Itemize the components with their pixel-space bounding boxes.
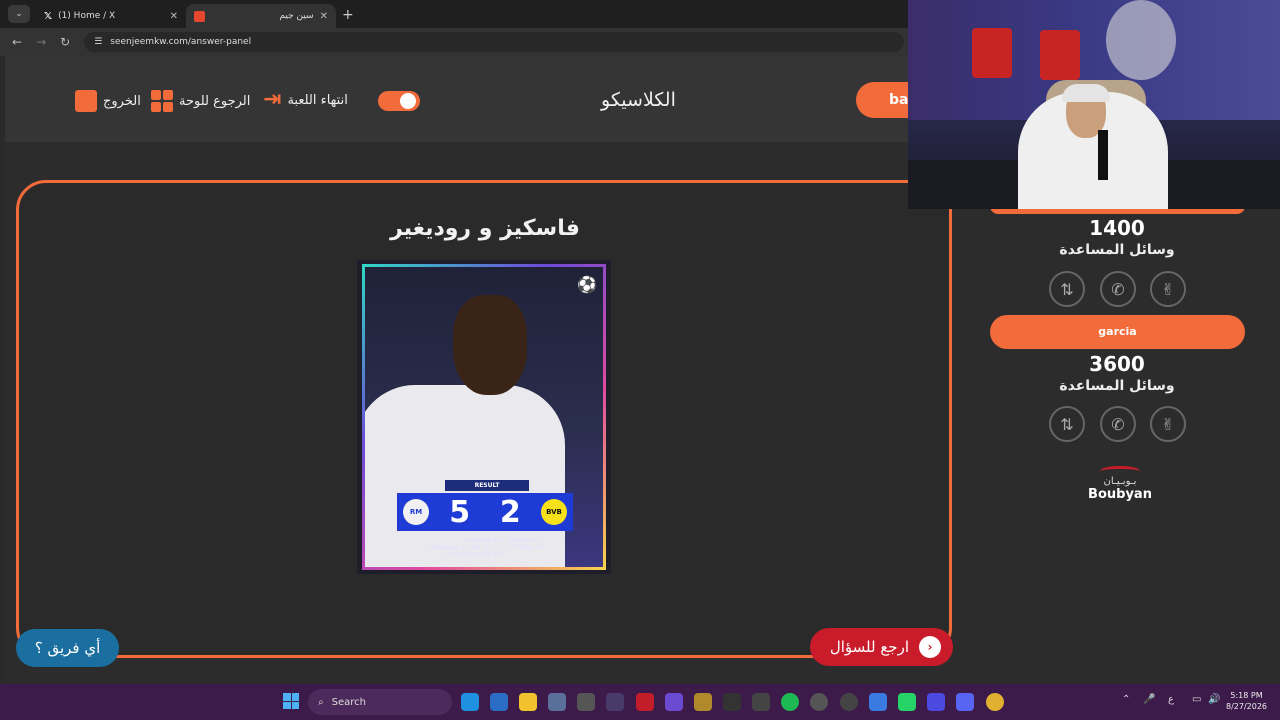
app-icon[interactable] xyxy=(606,693,624,711)
reload-icon[interactable]: ↻ xyxy=(60,35,70,49)
back-to-question-label: ارجع للسؤال xyxy=(829,638,909,656)
exit-door-icon xyxy=(75,90,97,112)
clock-time: 5:18 PM xyxy=(1230,691,1263,700)
back-to-question-button[interactable]: ارجع للسؤال › xyxy=(810,628,953,666)
app-icon[interactable] xyxy=(927,693,945,711)
team2-aids-label: وسائل المساعدة xyxy=(1059,378,1175,394)
back-to-board-label: الرجوع للوحة xyxy=(179,93,251,109)
app-icon[interactable] xyxy=(548,693,566,711)
app-icon[interactable] xyxy=(636,693,654,711)
swap-question-icon[interactable]: ⇅ xyxy=(1049,406,1085,442)
taskbar-search[interactable]: ⌕ Search xyxy=(308,689,452,715)
network-icon[interactable]: ▭ xyxy=(1192,694,1201,705)
streamer-cap-image xyxy=(1062,84,1110,102)
tab-search-button[interactable]: ⌄ xyxy=(8,5,30,23)
boubyan-english: Boubyan xyxy=(1088,487,1152,502)
game-title: الكلاسيكو xyxy=(601,89,676,111)
speedtest-icon[interactable] xyxy=(752,693,770,711)
taskbar-clock[interactable]: 5:18 PM 8/27/2026 xyxy=(1226,690,1267,712)
webcam-overlay xyxy=(908,0,1280,209)
ring-light-image xyxy=(1106,0,1176,80)
site-info-icon[interactable]: ☰ xyxy=(94,37,102,47)
app-icon[interactable] xyxy=(490,693,508,711)
clock-date: 8/27/2026 xyxy=(1226,702,1268,711)
boubyan-arabic: بـوبـيـان xyxy=(1103,476,1137,487)
exit-button[interactable]: الخروج xyxy=(75,90,141,112)
volume-icon[interactable]: 🔊 xyxy=(1208,694,1220,705)
framed-jersey-image xyxy=(972,28,1012,78)
which-team-button[interactable]: أي فريق ؟ xyxy=(16,629,119,667)
answer-image: ⚽ RESULT RM 5 2 BVB RÜDIGER 60' VINÍCIUS… xyxy=(357,260,611,574)
chatgpt-icon[interactable] xyxy=(810,693,828,711)
tab-seenjeem[interactable]: سين جيم ✕ xyxy=(186,4,336,28)
call-friend-icon[interactable]: ✆ xyxy=(1100,271,1136,307)
team1-points: 1400 xyxy=(1089,216,1145,240)
team2-name-pill: garcia xyxy=(990,315,1245,349)
end-game-label: انتهاء اللعبة xyxy=(287,92,348,108)
call-friend-icon[interactable]: ✆ xyxy=(1100,406,1136,442)
boubyan-logo: بـوبـيـان Boubyan xyxy=(1080,466,1160,502)
search-placeholder: Search xyxy=(331,696,366,708)
app-icon[interactable] xyxy=(840,693,858,711)
framed-jersey-image xyxy=(1040,30,1080,80)
microphone-icon[interactable]: 🎤 xyxy=(1143,694,1155,705)
chevron-right-icon: › xyxy=(919,636,941,658)
chrome-icon[interactable] xyxy=(986,693,1004,711)
obs-icon[interactable] xyxy=(577,693,595,711)
windows-start-icon[interactable] xyxy=(283,693,299,709)
tab-x-home[interactable]: 𝕏 (1) Home / X ✕ xyxy=(36,4,186,28)
whatsapp-icon[interactable] xyxy=(898,693,916,711)
url-text: seenjeemkw.com/answer-panel xyxy=(110,37,252,47)
new-tab-button[interactable]: + xyxy=(342,7,354,23)
back-to-board-button[interactable]: الرجوع للوحة xyxy=(151,90,250,112)
spotify-icon[interactable] xyxy=(781,693,799,711)
team2-points: 3600 xyxy=(1089,352,1145,376)
board-grid-icon xyxy=(151,90,173,112)
tab-title: سين جيم xyxy=(279,11,314,21)
chevron-up-icon[interactable]: ⌃ xyxy=(1122,694,1130,705)
app-icon[interactable] xyxy=(694,693,712,711)
language-indicator[interactable]: ع xyxy=(1168,694,1174,705)
twitch-icon[interactable] xyxy=(665,693,683,711)
two-answers-icon[interactable]: ✌ xyxy=(1150,406,1186,442)
search-icon: ⌕ xyxy=(318,696,324,708)
end-game-button[interactable]: ⇥ انتهاء اللعبة xyxy=(263,87,348,112)
url-field[interactable]: ☰ seenjeemkw.com/answer-panel xyxy=(84,32,905,52)
answer-title: فاسكيز و روديغير xyxy=(390,216,580,241)
settings-toggle[interactable] xyxy=(378,91,420,111)
close-icon[interactable]: ✕ xyxy=(170,11,178,22)
exit-label: الخروج xyxy=(103,93,141,109)
windows-taskbar: ⌕ Search ⌃ 🎤 ع ▭ 🔊 5:18 PM 8/27/2026 xyxy=(0,684,1280,720)
end-arrow-icon: ⇥ xyxy=(263,87,282,112)
microphone-image xyxy=(1098,130,1108,180)
edge-icon[interactable] xyxy=(461,693,479,711)
boubyan-arc-icon xyxy=(1100,466,1140,476)
dazn-icon[interactable] xyxy=(723,693,741,711)
swap-question-icon[interactable]: ⇅ xyxy=(1049,271,1085,307)
back-arrow-icon[interactable]: ← xyxy=(12,35,22,49)
file-explorer-icon[interactable] xyxy=(519,693,537,711)
tab-title: (1) Home / X xyxy=(58,11,116,21)
app-icon[interactable] xyxy=(869,693,887,711)
discord-icon[interactable] xyxy=(956,693,974,711)
two-answers-icon[interactable]: ✌ xyxy=(1150,271,1186,307)
seenjeem-logo-icon xyxy=(194,10,205,22)
team1-aids-label: وسائل المساعدة xyxy=(1059,242,1175,258)
forward-arrow-icon[interactable]: → xyxy=(36,35,46,49)
x-logo-icon: 𝕏 xyxy=(44,10,53,22)
image-gradient-border xyxy=(362,264,606,570)
close-icon[interactable]: ✕ xyxy=(320,11,328,22)
